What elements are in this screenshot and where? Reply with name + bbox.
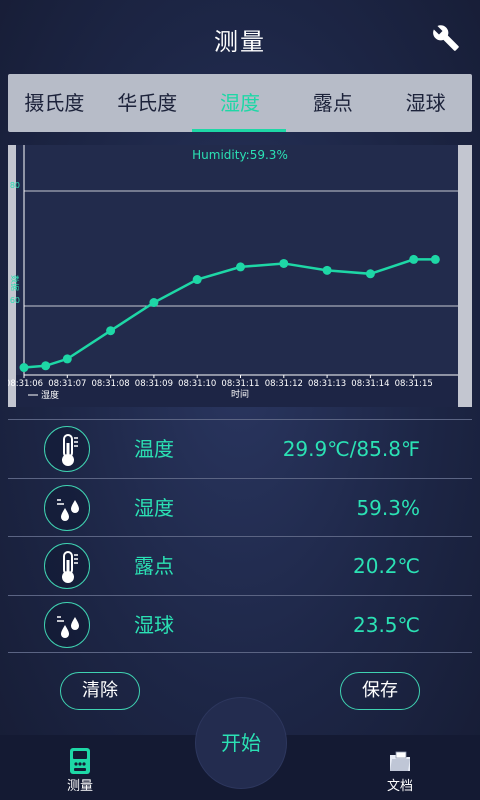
reading-row-wet-bulb: 湿球 23.5℃: [8, 594, 472, 653]
meter-device-icon: [70, 748, 90, 774]
chart-x-tick-label: 08:31:11: [221, 379, 259, 389]
tab-dew-point[interactable]: 露点: [286, 74, 379, 132]
chart-x-tick-label: 08:31:12: [265, 379, 303, 389]
chart-data-point: [106, 326, 116, 336]
reading-label: 湿度: [134, 495, 174, 520]
chart-x-tick-label: 08:31:10: [178, 379, 216, 389]
app-header: 测量: [0, 0, 480, 74]
chart-x-tick-label: 08:31:07: [48, 379, 86, 389]
chart-data-point: [62, 354, 72, 364]
tab-humidity[interactable]: 湿度: [194, 74, 287, 132]
reading-row-dew-point: 露点 20.2℃: [8, 536, 472, 595]
chart-x-tick-label: 08:31:13: [308, 379, 346, 389]
reading-row-humidity: 湿度 59.3%: [8, 477, 472, 537]
chart-legend: 湿度: [41, 389, 59, 401]
humidity-drops-icon: [44, 484, 90, 531]
reading-value: 59.3%: [356, 495, 420, 520]
humidity-drops-icon: [44, 601, 90, 648]
thermometer-icon: [44, 543, 90, 589]
tab-wet-bulb[interactable]: 湿球: [379, 74, 472, 132]
unit-tabs: 摄氏度 华氏度 湿度 露点 湿球: [8, 74, 472, 132]
chart-data-point: [19, 363, 29, 373]
chart-data-point: [430, 254, 440, 264]
chart-x-axis-label: 时间: [231, 388, 249, 400]
chart-data-point: [236, 262, 245, 272]
nav-docs[interactable]: 文档: [360, 735, 440, 800]
chart-x-tick-label: 08:31:08: [92, 379, 130, 389]
active-tab-indicator: [192, 129, 286, 132]
save-button[interactable]: 保存: [340, 672, 420, 710]
reading-label: 湿球: [134, 612, 174, 637]
tab-celsius[interactable]: 摄氏度: [8, 74, 101, 132]
nav-measure[interactable]: 测量: [40, 735, 120, 800]
chart-data-point: [322, 265, 332, 275]
chart-data-point: [41, 361, 51, 371]
clear-button[interactable]: 清除: [60, 672, 140, 710]
reading-label: 露点: [134, 554, 174, 578]
reading-value: 29.9℃/85.8℉: [282, 437, 420, 461]
chart-x-tick-label: 08:31:14: [351, 379, 389, 389]
wrench-icon[interactable]: [432, 24, 460, 52]
chart-data-point: [192, 275, 202, 285]
start-button[interactable]: 开始: [196, 698, 286, 788]
chart-x-tick-label: 08:31:15: [395, 379, 433, 389]
chart-data-point: [279, 258, 289, 268]
reading-label: 温度: [134, 437, 174, 461]
chart-x-tick-label: 08:31:09: [135, 379, 173, 389]
chart-data-point: [149, 298, 159, 308]
chart-y-tick-label: 60: [10, 296, 20, 305]
tab-fahrenheit[interactable]: 华氏度: [101, 74, 194, 132]
humidity-chart: Humidity:59.3% 数据 时间 湿度 80 60 08:31:06 08:…: [8, 145, 472, 407]
chart-y-tick-label: 80: [10, 181, 20, 190]
nav-docs-label: 文档: [386, 779, 413, 794]
readings-list: 温度 29.9℃/85.8℉ 湿度 59.3% 露点 20.2℃ 湿球 23.5…: [8, 419, 472, 653]
chart-data-point: [409, 254, 419, 264]
folder-icon: [390, 751, 410, 771]
reading-row-temperature: 温度 29.9℃/85.8℉: [8, 419, 472, 478]
reading-value: 20.2℃: [353, 554, 420, 578]
reading-value: 23.5℃: [353, 612, 420, 637]
thermometer-icon: [44, 426, 90, 472]
page-title: 测量: [214, 28, 266, 56]
chart-data-point: [365, 269, 375, 279]
chart-x-tick-label: 08:31:06: [8, 379, 43, 389]
nav-measure-label: 测量: [66, 779, 93, 794]
chart-canvas: Humidity:59.3% 数据 时间 湿度 80 60 08:31:06 08:…: [8, 145, 458, 407]
chart-title: Humidity:59.3%: [192, 148, 288, 162]
chart-y-axis-label: 数据: [10, 275, 20, 291]
